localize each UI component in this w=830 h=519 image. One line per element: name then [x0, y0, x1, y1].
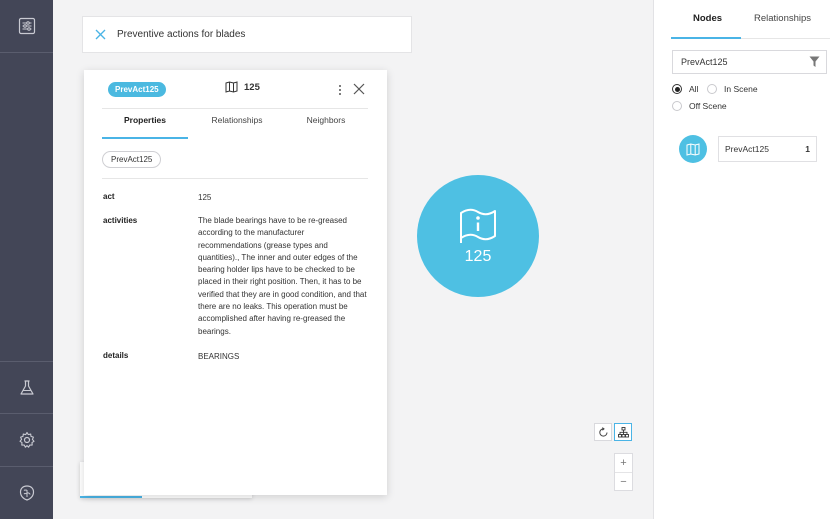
tab-nodes[interactable]: Nodes	[693, 13, 722, 24]
active-tab-indicator	[102, 137, 188, 139]
sliders-icon	[18, 17, 35, 35]
property-value-details: BEARINGS	[198, 352, 240, 361]
node-list-item[interactable]: PrevAct125 1	[718, 136, 817, 162]
search-query[interactable]: Preventive actions for blades	[117, 29, 245, 40]
radio-indicator	[672, 84, 682, 94]
node-filter-value: PrevAct125	[681, 57, 728, 67]
zoom-in-button[interactable]: +	[615, 454, 632, 472]
active-tab-indicator	[671, 37, 741, 39]
brain-button[interactable]	[0, 467, 53, 519]
close-icon	[353, 83, 365, 95]
card-header: 125	[225, 81, 260, 93]
gear-button[interactable]	[0, 414, 53, 466]
label-chip[interactable]: PrevAct125	[102, 151, 162, 168]
close-card-button[interactable]	[352, 82, 366, 96]
property-value-activities: The blade bearings have to be re-greased…	[198, 216, 367, 336]
tab-relationships[interactable]: Relationships	[194, 115, 280, 125]
tab-properties[interactable]: Properties	[102, 115, 188, 125]
node-list-item-count: 1	[805, 144, 810, 154]
kebab-icon	[339, 85, 341, 95]
more-options-button[interactable]	[336, 83, 344, 97]
property-value-act: 125	[198, 193, 212, 202]
settings-sliders-button[interactable]	[0, 0, 53, 52]
radio-label: In Scene	[724, 84, 758, 94]
right-panel: Nodes Relationships PrevAct125 All In Sc…	[653, 0, 830, 519]
close-icon	[95, 29, 105, 40]
filter-icon[interactable]	[809, 56, 820, 68]
node-badge: PrevAct125	[108, 82, 166, 97]
node-filter-input[interactable]: PrevAct125	[672, 50, 827, 74]
radio-label: All	[689, 84, 699, 94]
properties-divider	[102, 178, 368, 179]
node-list-item-label: PrevAct125	[725, 144, 769, 154]
clear-search-button[interactable]	[83, 29, 117, 40]
gear-icon	[18, 431, 35, 448]
hierarchy-icon	[617, 426, 629, 437]
info-flag-icon	[460, 208, 496, 243]
reset-layout-button[interactable]	[594, 423, 612, 441]
node-label: 125	[464, 248, 492, 265]
radio-indicator	[707, 84, 717, 94]
sidebar-divider	[0, 52, 53, 53]
brain-shield-icon	[19, 485, 34, 501]
search-bar[interactable]: Preventive actions for blades	[82, 16, 412, 53]
left-sidebar	[0, 0, 53, 519]
card-header-divider	[102, 108, 368, 109]
zoom-controls: + −	[614, 453, 633, 491]
minimized-panel-indicator	[80, 496, 142, 498]
map-book-icon	[686, 142, 700, 156]
radio-off-scene[interactable]: Off Scene	[672, 101, 727, 111]
radio-indicator	[672, 101, 682, 111]
property-key-details: details	[103, 351, 129, 360]
hierarchy-layout-button[interactable]	[614, 423, 632, 441]
radio-label: Off Scene	[689, 101, 727, 111]
graph-node[interactable]: 125	[417, 175, 539, 297]
flask-icon	[19, 380, 34, 395]
node-details-card: PrevAct125 125 Properties Relationships …	[84, 70, 387, 495]
radio-in-scene[interactable]: In Scene	[707, 84, 758, 94]
card-title: 125	[244, 81, 260, 93]
lab-flask-button[interactable]	[0, 362, 53, 414]
map-book-icon	[225, 81, 238, 93]
refresh-icon	[598, 426, 607, 437]
property-key-activities: activities	[103, 216, 138, 225]
tab-relationships-panel[interactable]: Relationships	[754, 13, 811, 24]
node-type-icon	[679, 135, 707, 163]
tab-neighbors[interactable]: Neighbors	[283, 115, 369, 125]
property-key-act: act	[103, 192, 115, 201]
zoom-out-button[interactable]: −	[615, 473, 632, 491]
radio-all[interactable]: All	[672, 84, 698, 94]
